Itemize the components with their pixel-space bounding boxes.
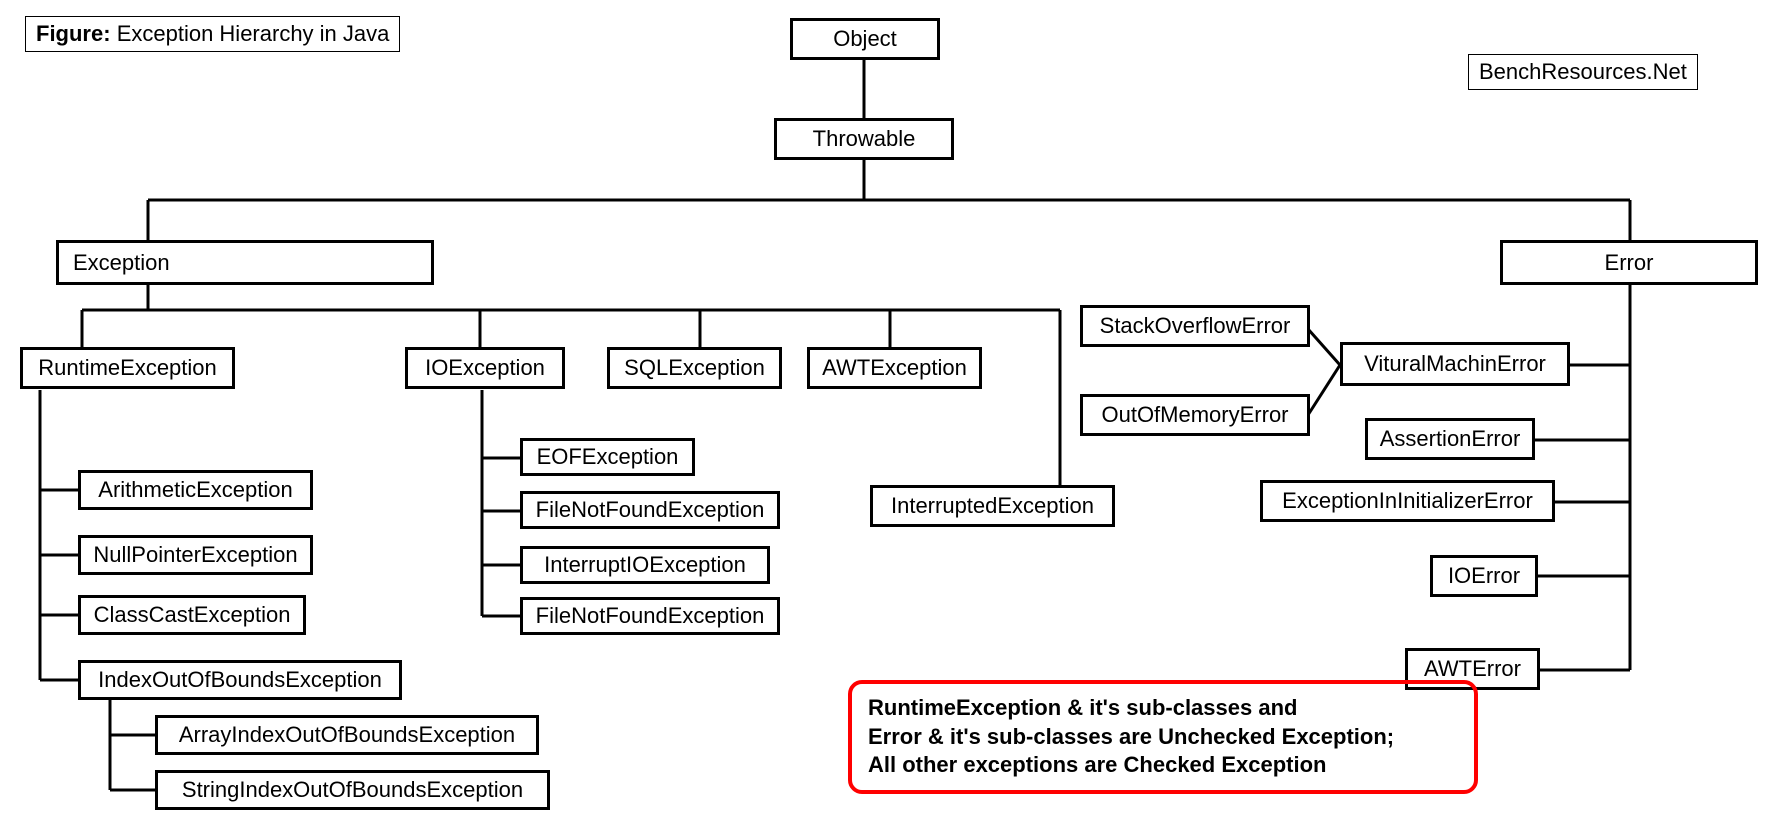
node-sql-label: SQLException xyxy=(624,355,765,381)
node-object: Object xyxy=(790,18,940,60)
node-classcast-exception: ClassCastException xyxy=(78,595,306,635)
node-filenotfound-exception-2: FileNotFoundException xyxy=(520,597,780,635)
figure-title-text: Exception Hierarchy in Java xyxy=(117,21,390,46)
node-interruptio-exception: InterruptIOException xyxy=(520,546,770,584)
node-stringindexoutofbounds-exception: StringIndexOutOfBoundsException xyxy=(155,770,550,810)
node-aioobe-label: ArrayIndexOutOfBoundsException xyxy=(179,722,515,748)
node-awt-label: AWTException xyxy=(822,355,967,381)
node-iioe-label: InterruptIOException xyxy=(544,552,746,578)
node-sql-exception: SQLException xyxy=(607,347,782,389)
node-throwable: Throwable xyxy=(774,118,954,160)
brand-box: BenchResources.Net xyxy=(1468,54,1698,90)
node-eof-exception: EOFException xyxy=(520,438,695,476)
node-throwable-label: Throwable xyxy=(813,126,916,152)
node-runtime-label: RuntimeException xyxy=(38,355,217,381)
node-fnf2-label: FileNotFoundException xyxy=(536,603,765,629)
node-arrayindexoutofbounds-exception: ArrayIndexOutOfBoundsException xyxy=(155,715,539,755)
node-exceptionininitializer-error: ExceptionInInitializerError xyxy=(1260,480,1555,522)
node-indexoutofbounds-exception: IndexOutOfBoundsException xyxy=(78,660,402,700)
node-awt-exception: AWTException xyxy=(807,347,982,389)
brand-text: BenchResources.Net xyxy=(1479,59,1687,84)
node-io-exception: IOException xyxy=(405,347,565,389)
node-arith-label: ArithmeticException xyxy=(98,477,292,503)
node-interrupted-exception: InterruptedException xyxy=(870,485,1115,527)
node-sioobe-label: StringIndexOutOfBoundsException xyxy=(182,777,523,803)
note-line-1: RuntimeException & it's sub-classes and xyxy=(868,694,1458,723)
node-outofmemory-error: OutOfMemoryError xyxy=(1080,394,1310,436)
note-line-2: Error & it's sub-classes are Unchecked E… xyxy=(868,723,1458,752)
node-ioerror-label: IOError xyxy=(1448,563,1520,589)
node-eiie-label: ExceptionInInitializerError xyxy=(1282,488,1533,514)
figure-title-box: Figure: Exception Hierarchy in Java xyxy=(25,16,400,52)
node-filenotfound-exception-1: FileNotFoundException xyxy=(520,491,780,529)
node-vme-label: VituralMachinError xyxy=(1364,351,1546,377)
node-fnf1-label: FileNotFoundException xyxy=(536,497,765,523)
note-line-3: All other exceptions are Checked Excepti… xyxy=(868,751,1458,780)
node-ioobe-label: IndexOutOfBoundsException xyxy=(98,667,382,693)
node-error-label: Error xyxy=(1605,250,1654,276)
figure-label: Figure: xyxy=(36,21,111,46)
note-box: RuntimeException & it's sub-classes and … xyxy=(848,680,1478,794)
node-awterror-label: AWTError xyxy=(1424,656,1521,682)
node-oom-label: OutOfMemoryError xyxy=(1101,402,1288,428)
node-virtualmachine-error: VituralMachinError xyxy=(1340,342,1570,386)
node-assertion-error: AssertionError xyxy=(1365,418,1535,460)
node-asserterr-label: AssertionError xyxy=(1380,426,1521,452)
node-stackoverflow-error: StackOverflowError xyxy=(1080,305,1310,347)
node-exception: Exception xyxy=(56,240,434,285)
node-interrupted-label: InterruptedException xyxy=(891,493,1094,519)
node-object-label: Object xyxy=(833,26,897,52)
node-npe-label: NullPointerException xyxy=(93,542,297,568)
node-runtime-exception: RuntimeException xyxy=(20,347,235,389)
node-nullpointer-exception: NullPointerException xyxy=(78,535,313,575)
node-eof-label: EOFException xyxy=(537,444,679,470)
node-io-label: IOException xyxy=(425,355,545,381)
node-exception-label: Exception xyxy=(73,250,170,276)
node-cce-label: ClassCastException xyxy=(94,602,291,628)
node-arithmetic-exception: ArithmeticException xyxy=(78,470,313,510)
node-error: Error xyxy=(1500,240,1758,285)
node-soe-label: StackOverflowError xyxy=(1100,313,1291,339)
node-io-error: IOError xyxy=(1430,555,1538,597)
